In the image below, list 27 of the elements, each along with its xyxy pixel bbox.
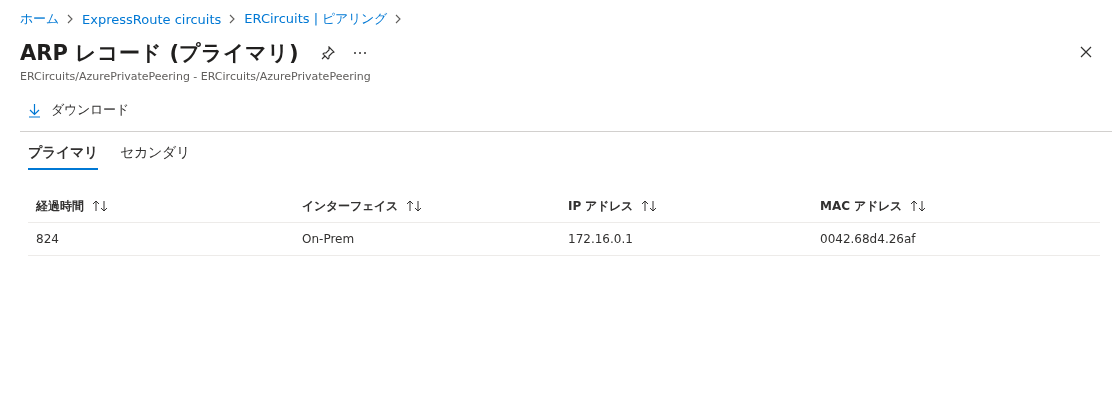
- close-icon: [1080, 46, 1092, 58]
- tab[interactable]: プライマリ: [28, 140, 98, 170]
- more-icon: [352, 51, 367, 55]
- sort-icon: [406, 200, 422, 212]
- download-icon: [28, 102, 41, 118]
- table-cell-text: 172.16.0.1: [567, 232, 634, 246]
- page-title: ARP レコード (プライマリ): [20, 40, 299, 67]
- column-header[interactable]: IP アドレス: [560, 197, 666, 215]
- sort-icon: [641, 200, 658, 212]
- tab[interactable]: セカンダリ: [120, 140, 190, 170]
- table-cell-text: 0042.68d4.26af: [819, 232, 917, 246]
- breadcrumb-link[interactable]: ExpressRoute circuits: [82, 11, 222, 27]
- column-header[interactable]: MAC アドレス: [812, 197, 935, 215]
- download-button[interactable]: ダウンロード: [20, 101, 137, 119]
- subtitle: ERCircuits/AzurePrivatePeering - ERCircuits/AzurePrivatePeering: [20, 70, 372, 83]
- chevron-icon: [67, 14, 74, 24]
- sort-icon: [92, 200, 108, 212]
- pin-icon: [320, 46, 335, 60]
- column-header[interactable]: 経過時間: [28, 197, 116, 215]
- chevron-icon: [229, 14, 237, 24]
- sort-icon: [910, 200, 927, 212]
- breadcrumb-link[interactable]: ERCircuits | ピアリング: [244, 10, 388, 28]
- breadcrumb-link[interactable]: ホーム: [20, 10, 59, 28]
- column-header[interactable]: インターフェイス: [294, 197, 430, 215]
- table-cell-text: 824: [35, 232, 60, 246]
- table-cell-text: On-Prem: [301, 232, 356, 246]
- chevron-icon: [395, 14, 403, 24]
